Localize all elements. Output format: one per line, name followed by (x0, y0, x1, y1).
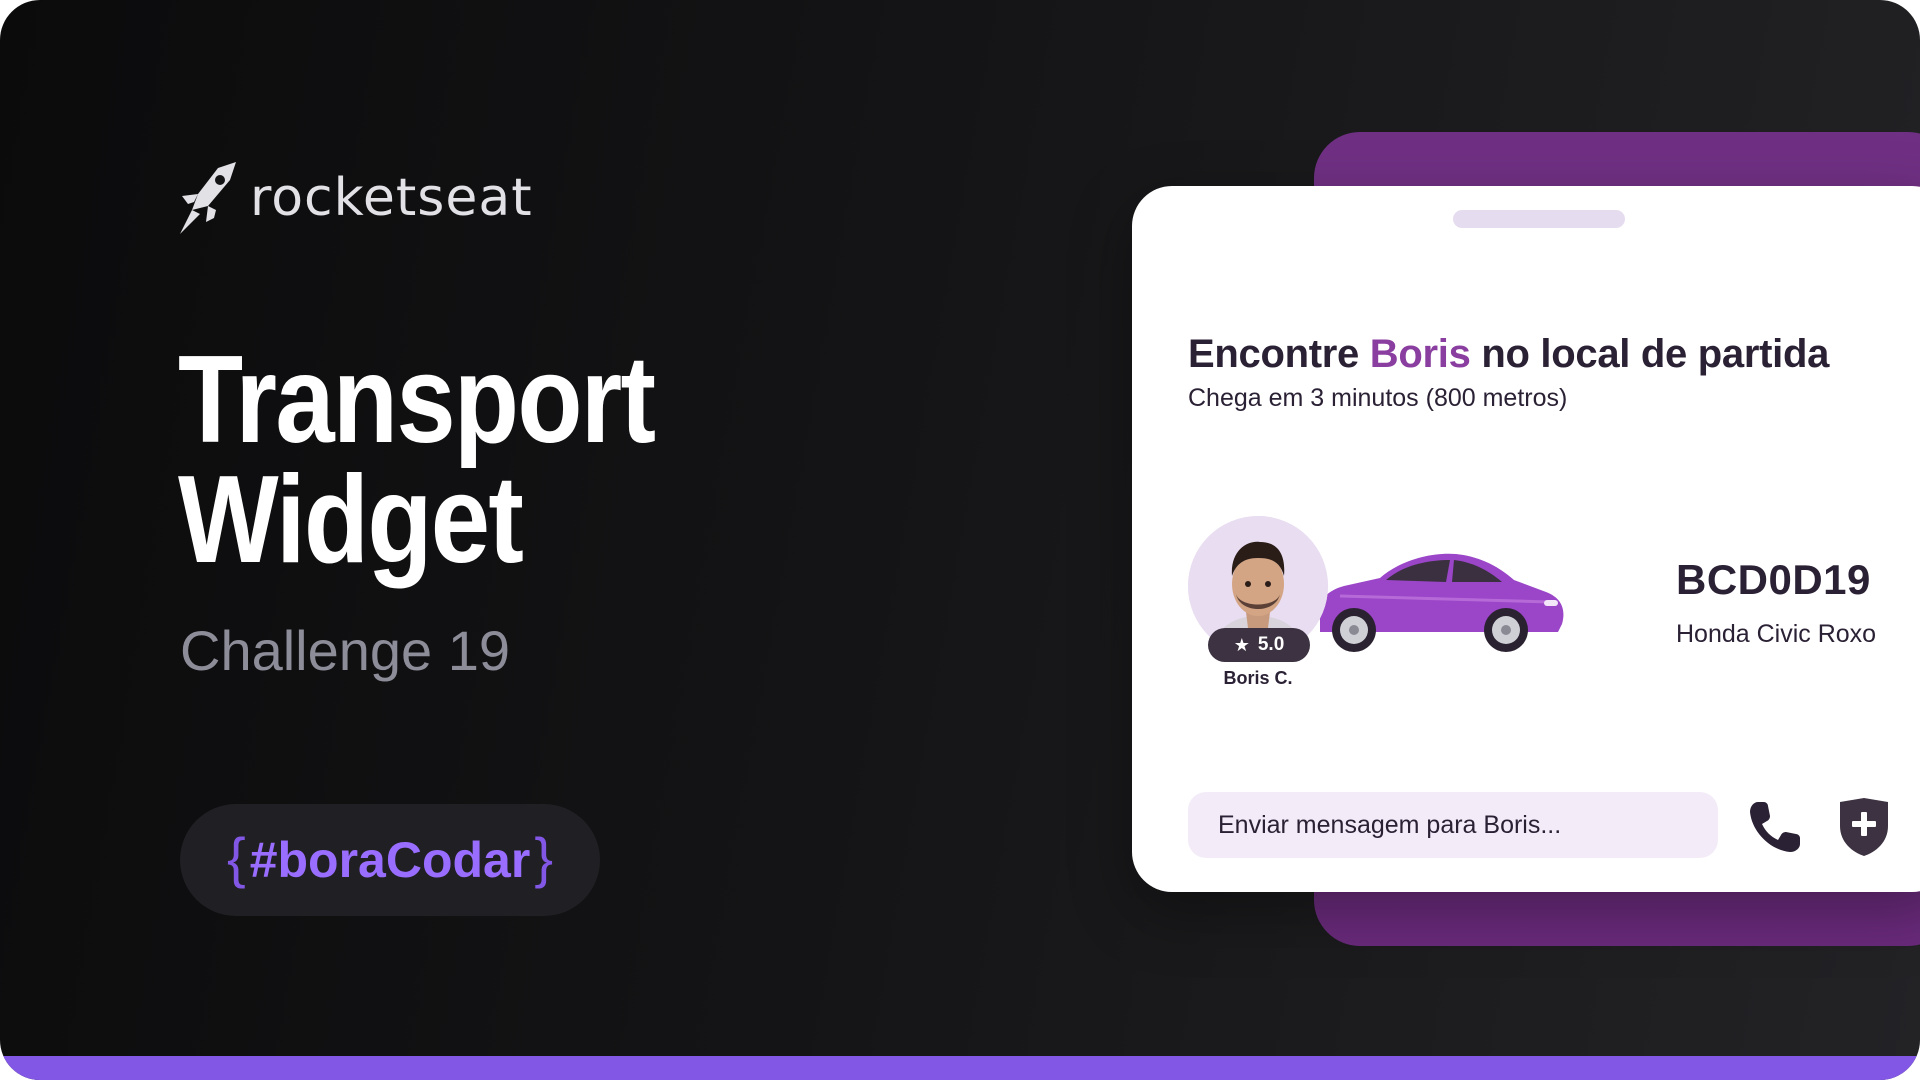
driver-rating-badge: ★ 5.0 (1208, 628, 1310, 662)
car-icon (1318, 553, 1564, 652)
brand-name: rocketseat (250, 168, 533, 228)
slide-canvas: rocketseat Transport Widget Challenge 19… (0, 0, 1920, 1080)
driver-name: Boris C. (1223, 668, 1293, 688)
star-icon: ★ (1233, 634, 1250, 655)
driver-rating: 5.0 (1257, 634, 1285, 655)
shield-plus-icon (1840, 798, 1888, 856)
heading-prefix: Encontre (1188, 332, 1370, 376)
phone-icon (1750, 802, 1800, 852)
hashtag-pill: { #boraCodar } (180, 804, 600, 916)
safety-button[interactable] (1836, 796, 1892, 858)
heading-suffix: no local de partida (1470, 332, 1830, 376)
rocket-icon (180, 162, 236, 234)
hero-title-line2: Widget (178, 451, 524, 589)
card-heading: Encontre Boris no local de partida (1188, 332, 1829, 377)
hero-title-line1: Transport (178, 331, 656, 469)
heading-driver-name: Boris (1369, 332, 1471, 376)
bottom-accent-bar (0, 1056, 1920, 1080)
eta-text: Chega em 3 minutos (800 metros) (1188, 384, 1568, 412)
brace-open: { (226, 825, 246, 889)
brace-close: } (534, 825, 554, 889)
transport-widget-card: Encontre Boris no local de partida Chega… (1132, 186, 1920, 892)
drag-handle[interactable] (1453, 210, 1625, 228)
challenge-label: Challenge 19 (180, 619, 511, 682)
call-button[interactable] (1746, 798, 1804, 856)
brand: rocketseat (178, 160, 533, 236)
message-input[interactable] (1188, 792, 1718, 858)
hero-title: Transport Widget (178, 331, 656, 589)
license-plate: BCD0D19 (1676, 556, 1871, 603)
hashtag-text: #boraCodar (249, 832, 531, 888)
car-model: Honda Civic Roxo (1676, 620, 1877, 648)
